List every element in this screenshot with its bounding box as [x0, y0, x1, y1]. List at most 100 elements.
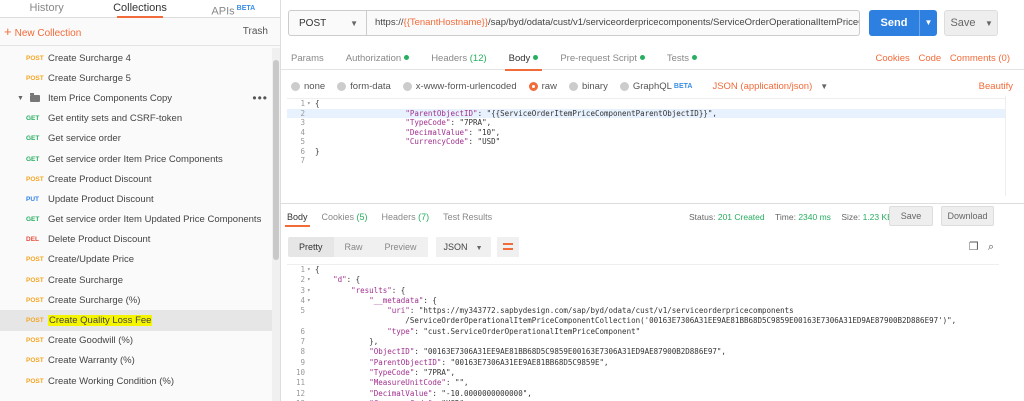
- request-item[interactable]: GET Get service order Item Price Componen…: [0, 149, 272, 169]
- chevron-down-icon[interactable]: ▼: [981, 19, 997, 28]
- download-button[interactable]: Download: [941, 206, 994, 226]
- request-item[interactable]: POST Create Surcharge (%): [0, 290, 272, 310]
- url-input[interactable]: https://{{TenantHostname}}/sap/byd/odata…: [367, 11, 859, 35]
- request-item[interactable]: DEL Delete Product Discount: [0, 230, 272, 250]
- fold-icon[interactable]: ▾: [307, 296, 311, 306]
- body-mode-radio[interactable]: form-data: [337, 81, 391, 92]
- request-item[interactable]: GET Get entity sets and CSRF-token: [0, 109, 272, 129]
- tab-label: Body: [287, 212, 308, 222]
- chevron-down-icon[interactable]: ▼: [919, 10, 937, 36]
- method-badge: POST: [26, 317, 44, 325]
- content-type-select[interactable]: JSON (application/json) ▼: [712, 81, 828, 92]
- format-select[interactable]: JSON ▼: [435, 237, 491, 257]
- body-mode-radio[interactable]: none: [291, 81, 325, 92]
- request-name: Create Quality Loss Fee: [48, 315, 153, 327]
- copy-icon[interactable]: ❐: [969, 241, 979, 253]
- new-collection-button[interactable]: + New Collection: [4, 24, 81, 39]
- fold-icon[interactable]: ▾: [307, 99, 311, 109]
- radio-icon: [528, 81, 538, 91]
- request-item[interactable]: POST Create Goodwill (%): [0, 331, 272, 351]
- request-tab[interactable]: Headers (12): [431, 50, 486, 70]
- request-item[interactable]: POST Create Quality Loss Fee: [0, 310, 272, 331]
- scrollbar-thumb[interactable]: [273, 60, 279, 260]
- request-tab[interactable]: Pre-request Script: [560, 50, 645, 70]
- code-text: "TypeCode": "7PRA",: [405, 118, 492, 127]
- body-mode-radio[interactable]: GraphQL BETA: [619, 81, 692, 92]
- code-text: "ParentObjectID": "00163E7306A31EE9AE81B…: [369, 357, 609, 367]
- radio-icon: [402, 81, 412, 91]
- request-item[interactable]: POST Create Surcharge 4: [0, 48, 272, 68]
- folder-item[interactable]: ▼ Item Price Components Copy •••: [0, 88, 272, 108]
- search-icon[interactable]: ⌕: [988, 241, 994, 253]
- trash-button[interactable]: Trash: [243, 26, 268, 37]
- tab-history[interactable]: History: [0, 0, 93, 17]
- method-badge: PUT: [26, 195, 39, 203]
- method-badge: POST: [26, 377, 44, 385]
- code-line: 7: [287, 156, 1005, 166]
- tab-label: Headers: [381, 212, 416, 222]
- response-tab[interactable]: Body: [285, 207, 309, 227]
- beautify-link[interactable]: Beautify: [979, 81, 1013, 92]
- request-item[interactable]: POST Create Surcharge 5: [0, 68, 272, 88]
- request-body-editor[interactable]: 1 ▾ {2 "ParentObjectID": "{{ServiceOrderIt…: [287, 98, 1005, 196]
- request-item[interactable]: POST Create Working Condition (%): [0, 371, 272, 391]
- body-mode-radio[interactable]: raw: [528, 81, 557, 92]
- view-mode-button[interactable]: Preview: [373, 237, 428, 257]
- more-options-icon[interactable]: •••: [252, 91, 268, 105]
- pane-splitter[interactable]: [281, 203, 1024, 204]
- radio-label: none: [304, 80, 326, 92]
- request-item[interactable]: POST Create/Update Price: [0, 250, 272, 270]
- cookies-link[interactable]: Cookies: [875, 53, 909, 64]
- save-button[interactable]: Save ▼: [944, 10, 998, 36]
- code-link[interactable]: Code: [918, 53, 941, 64]
- tab-collections[interactable]: Collections: [93, 0, 186, 18]
- code-text: "CurrencyCode": "USD": [405, 137, 501, 146]
- line-number: 8: [300, 347, 305, 357]
- wrap-lines-button[interactable]: [496, 237, 519, 257]
- request-tab[interactable]: Body: [504, 50, 542, 71]
- code-text: "DecimalValue": "-10.0000000000000",: [369, 388, 532, 398]
- line-number: 1: [300, 265, 305, 274]
- send-button[interactable]: Send ▼: [869, 10, 937, 36]
- method-select[interactable]: POST ▼: [289, 11, 367, 35]
- request-name: Create Surcharge: [48, 274, 123, 286]
- status-dot: [692, 55, 698, 61]
- response-tab[interactable]: Cookies (5): [322, 207, 368, 227]
- radio-label: form-data: [350, 80, 391, 92]
- editor-scrollbar[interactable]: [1005, 96, 1013, 196]
- request-tab[interactable]: Authorization: [346, 50, 410, 70]
- view-mode-button[interactable]: Pretty: [288, 237, 334, 257]
- request-item[interactable]: PUT Update Product Discount: [0, 189, 272, 209]
- line-number: 5: [300, 306, 305, 316]
- save-response-button[interactable]: Save: [889, 206, 933, 226]
- tab-apis[interactable]: APIs BETA: [187, 0, 280, 18]
- request-item[interactable]: POST Create Product Discount: [0, 169, 272, 189]
- code-text: "results": {: [351, 285, 406, 295]
- fold-icon[interactable]: ▾: [307, 275, 311, 285]
- method-badge: POST: [26, 337, 44, 345]
- comments-link[interactable]: Comments (0): [950, 53, 1010, 64]
- status-value: 201 Created: [717, 212, 765, 222]
- request-name: Get entity sets and CSRF-token: [48, 113, 183, 125]
- request-item[interactable]: POST Create Warranty (%): [0, 351, 272, 371]
- body-mode-radio[interactable]: binary: [568, 81, 608, 92]
- sidebar-scrollbar[interactable]: [272, 48, 280, 401]
- caret-down-icon: ▼: [17, 94, 24, 102]
- line-number: 9: [300, 357, 305, 367]
- fold-icon[interactable]: ▾: [307, 286, 311, 296]
- request-item[interactable]: GET Get service order Item Updated Price …: [0, 210, 272, 230]
- view-mode-button[interactable]: Raw: [333, 237, 374, 257]
- response-tab[interactable]: Test Results: [443, 207, 492, 227]
- request-tab[interactable]: Params: [291, 50, 324, 70]
- url-variable: {{TenantHostname}}: [403, 17, 489, 28]
- request-item[interactable]: POST Create Surcharge: [0, 270, 272, 290]
- request-item[interactable]: GET Get service order: [0, 129, 272, 149]
- code-text: {: [315, 265, 320, 274]
- tab-label: History: [29, 2, 64, 14]
- body-mode-radio[interactable]: x-www-form-urlencoded: [402, 81, 517, 92]
- request-tab[interactable]: Tests: [667, 50, 698, 70]
- code-text: }: [315, 146, 320, 156]
- fold-icon[interactable]: ▾: [307, 265, 311, 275]
- response-body-viewer[interactable]: 1 ▾{2 ▾ "d": {3 ▾ "results": {4 ▾ "__metadat…: [287, 264, 999, 401]
- response-tab[interactable]: Headers (7): [382, 207, 430, 227]
